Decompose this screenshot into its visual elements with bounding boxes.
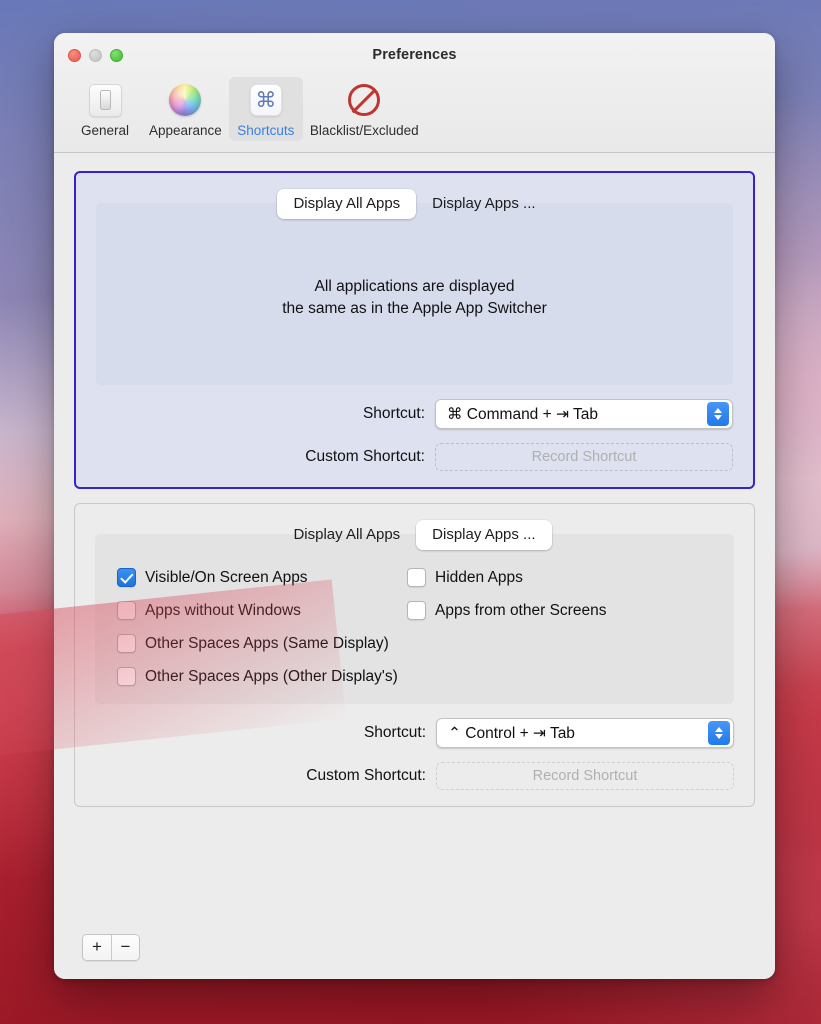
panel-1-content-well: All applications are displayed the same … xyxy=(96,203,733,385)
panel-1-custom-shortcut-label: Custom Shortcut: xyxy=(305,448,425,466)
add-shortcut-button[interactable]: + xyxy=(83,935,111,960)
command-key-icon: ⌘ xyxy=(247,81,285,119)
panel-2-record-shortcut-placeholder: Record Shortcut xyxy=(533,768,638,784)
checkbox-apps-without-windows[interactable] xyxy=(117,601,136,620)
chevron-updown-icon[interactable] xyxy=(707,402,729,426)
toolbar-item-blacklist[interactable]: Blacklist/Excluded xyxy=(303,77,426,141)
panel-1-record-shortcut-field[interactable]: Record Shortcut xyxy=(435,443,733,471)
toolbar-item-appearance[interactable]: Appearance xyxy=(142,77,229,141)
panel-1-shortcut-label: Shortcut: xyxy=(363,405,425,423)
toolbar-item-blacklist-label: Blacklist/Excluded xyxy=(310,123,419,138)
add-remove-button-group: + − xyxy=(82,934,140,961)
panel-2-shortcut-popup[interactable]: ⌃ Control + ⇥ Tab xyxy=(436,718,734,748)
checkbox-hidden-apps[interactable] xyxy=(407,568,426,587)
checkbox-apps-from-other-screens[interactable] xyxy=(407,601,426,620)
toolbar-item-shortcuts-label: Shortcuts xyxy=(237,123,294,138)
checkbox-row-apps-from-other-screens[interactable]: Apps from other Screens xyxy=(407,601,718,620)
panel-1-description-line-1: All applications are displayed xyxy=(282,276,547,298)
desktop-wallpaper: Preferences General Appearance xyxy=(0,0,821,1024)
toolbar-item-general[interactable]: General xyxy=(68,77,142,141)
window-footer: + − xyxy=(54,915,775,979)
toolbar-item-shortcuts[interactable]: ⌘ Shortcuts xyxy=(229,77,303,141)
checkbox-label-other-spaces-same-display: Other Spaces Apps (Same Display) xyxy=(145,635,389,653)
panel-2-custom-shortcut-label: Custom Shortcut: xyxy=(306,767,426,785)
panel-2-record-shortcut-field[interactable]: Record Shortcut xyxy=(436,762,734,790)
panel-1-tab-display-apps-filtered[interactable]: Display Apps ... xyxy=(416,189,551,219)
preferences-body: Display All Apps Display Apps ... All ap… xyxy=(54,153,775,915)
panel-1-record-shortcut-placeholder: Record Shortcut xyxy=(532,449,637,465)
checkbox-label-visible-on-screen-apps: Visible/On Screen Apps xyxy=(145,569,308,587)
shortcut-panel-1[interactable]: Display All Apps Display Apps ... All ap… xyxy=(74,171,755,489)
panel-1-custom-shortcut-row: Custom Shortcut: Record Shortcut xyxy=(96,443,733,471)
checkbox-row-hidden-apps[interactable]: Hidden Apps xyxy=(407,568,718,587)
toolbar-item-appearance-label: Appearance xyxy=(149,123,222,138)
checkbox-label-other-spaces-other-displays: Other Spaces Apps (Other Display's) xyxy=(145,668,398,686)
checkbox-row-visible-on-screen-apps[interactable]: Visible/On Screen Apps xyxy=(117,568,407,587)
preferences-toolbar: General Appearance ⌘ Shortcuts xyxy=(68,77,426,141)
checkbox-row-other-spaces-same-display[interactable]: Other Spaces Apps (Same Display) xyxy=(117,634,718,653)
checkbox-label-hidden-apps: Hidden Apps xyxy=(435,569,523,587)
panel-2-checkbox-grid: Visible/On Screen Apps Hidden Apps Apps … xyxy=(111,564,718,686)
color-wheel-icon xyxy=(166,81,204,119)
panel-2-tab-display-all-apps[interactable]: Display All Apps xyxy=(277,520,416,550)
panel-2-shortcut-row: Shortcut: ⌃ Control + ⇥ Tab xyxy=(95,718,734,748)
window-title: Preferences xyxy=(54,47,775,63)
panel-2-content-well: Visible/On Screen Apps Hidden Apps Apps … xyxy=(95,534,734,704)
panel-1-shortcut-popup[interactable]: ⌘ Command + ⇥ Tab xyxy=(435,399,733,429)
checkbox-label-apps-from-other-screens: Apps from other Screens xyxy=(435,602,606,620)
panel-2-shortcut-value: ⌃ Control + ⇥ Tab xyxy=(448,724,575,743)
light-switch-icon xyxy=(86,81,124,119)
panel-2-tab-display-apps-filtered[interactable]: Display Apps ... xyxy=(416,520,551,550)
panel-1-segmented-control: Display All Apps Display Apps ... xyxy=(96,189,733,219)
checkbox-other-spaces-same-display[interactable] xyxy=(117,634,136,653)
panel-2-shortcut-label: Shortcut: xyxy=(364,724,426,742)
window-titlebar: Preferences General Appearance xyxy=(54,33,775,153)
panel-1-description-line-2: the same as in the Apple App Switcher xyxy=(282,298,547,320)
no-entry-icon xyxy=(345,81,383,119)
remove-shortcut-button[interactable]: − xyxy=(111,935,139,960)
toolbar-item-general-label: General xyxy=(81,123,129,138)
checkbox-label-apps-without-windows: Apps without Windows xyxy=(145,602,301,620)
panel-2-custom-shortcut-row: Custom Shortcut: Record Shortcut xyxy=(95,762,734,790)
preferences-window: Preferences General Appearance xyxy=(54,33,775,979)
checkbox-visible-on-screen-apps[interactable] xyxy=(117,568,136,587)
panel-1-description: All applications are displayed the same … xyxy=(282,276,547,321)
checkbox-row-apps-without-windows[interactable]: Apps without Windows xyxy=(117,601,407,620)
panel-1-shortcut-value: ⌘ Command + ⇥ Tab xyxy=(447,405,598,424)
checkbox-other-spaces-other-displays[interactable] xyxy=(117,667,136,686)
shortcut-panel-2[interactable]: Display All Apps Display Apps ... Visibl… xyxy=(74,503,755,807)
chevron-updown-icon[interactable] xyxy=(708,721,730,745)
panel-1-shortcut-row: Shortcut: ⌘ Command + ⇥ Tab xyxy=(96,399,733,429)
checkbox-row-other-spaces-other-displays[interactable]: Other Spaces Apps (Other Display's) xyxy=(117,667,718,686)
panel-1-tab-display-all-apps[interactable]: Display All Apps xyxy=(277,189,416,219)
panel-2-segmented-control: Display All Apps Display Apps ... xyxy=(95,520,734,550)
